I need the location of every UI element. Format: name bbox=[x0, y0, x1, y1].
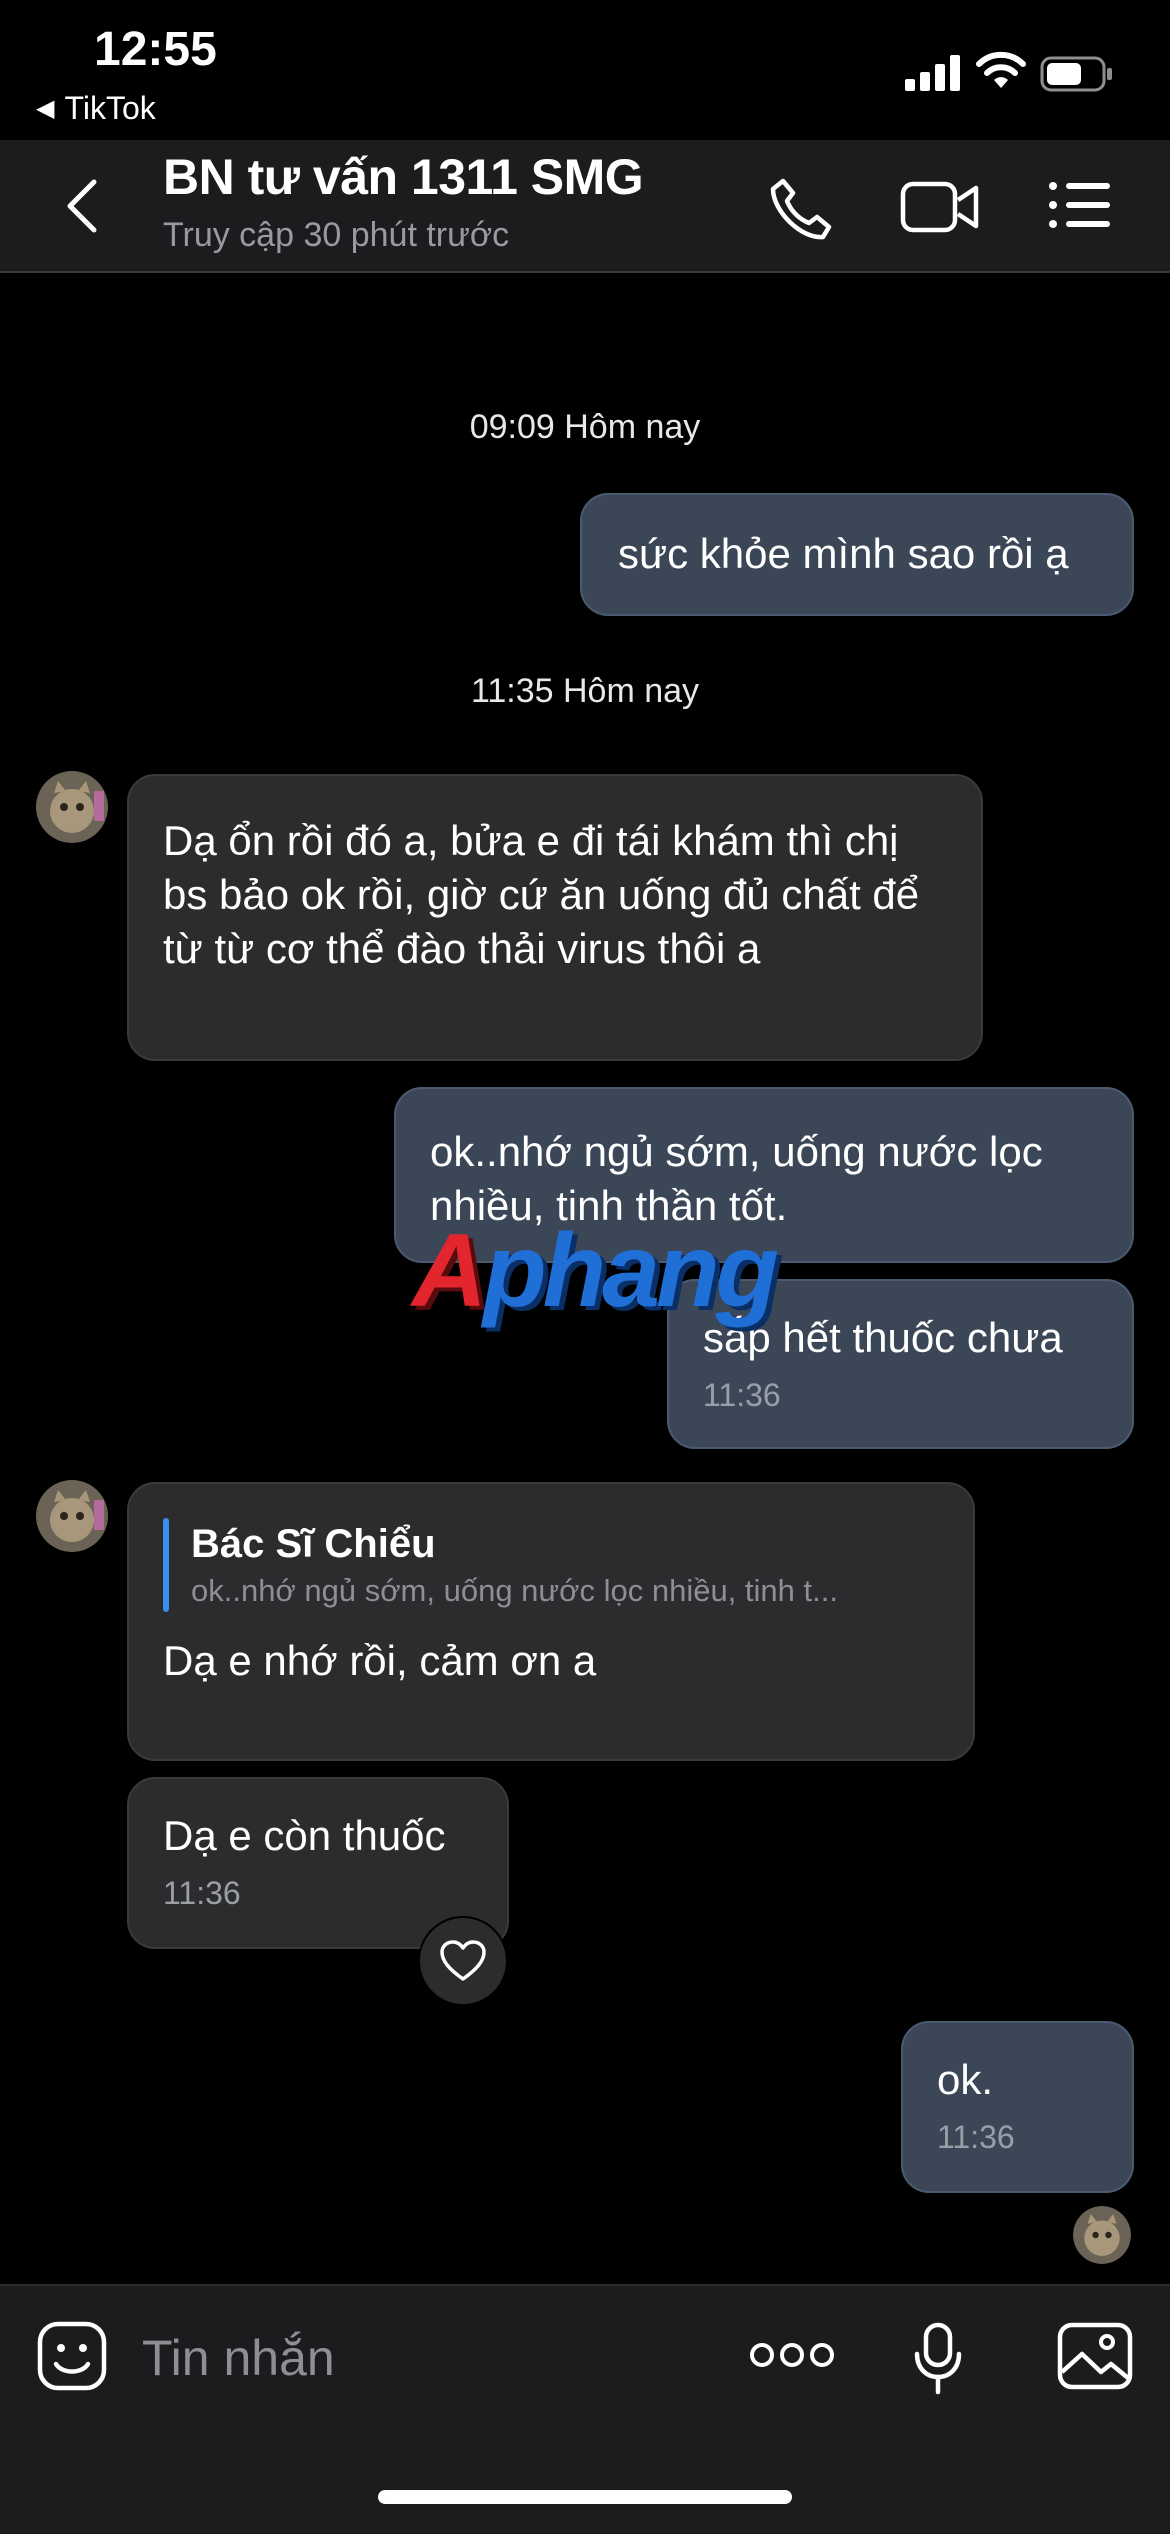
status-time: 12:55 bbox=[94, 23, 217, 76]
watermark-logo: Aphang bbox=[412, 1213, 779, 1329]
back-triangle-icon: ◀ bbox=[36, 95, 55, 122]
chat-title[interactable]: BN tư vấn 1311 SMG bbox=[163, 148, 644, 206]
quote-text: ok..nhớ ngủ sớm, uống nước lọc nhiều, ti… bbox=[191, 1573, 838, 1608]
message-text: ok. bbox=[937, 2056, 994, 2103]
message-text: Dạ ổn rồi đó a, bửa e đi tái khám thì ch… bbox=[163, 817, 920, 972]
contact-avatar[interactable] bbox=[36, 771, 108, 843]
quoted-message[interactable]: Bác Sĩ Chiểu ok..nhớ ngủ sớm, uống nước … bbox=[163, 1518, 939, 1612]
sent-message-bubble[interactable]: ok. 11:36 bbox=[901, 2021, 1134, 2193]
sent-message-bubble[interactable]: sức khỏe mình sao rồi ạ bbox=[580, 493, 1134, 616]
chat-timestamp: 11:35 Hôm nay bbox=[470, 672, 700, 710]
list-menu-icon[interactable] bbox=[1048, 180, 1112, 230]
cellular-signal-icon bbox=[905, 55, 960, 91]
heart-icon bbox=[440, 1940, 486, 1981]
microphone-icon[interactable] bbox=[913, 2322, 963, 2396]
message-time: 11:36 bbox=[937, 2119, 1015, 2155]
image-gallery-icon[interactable] bbox=[1057, 2322, 1133, 2390]
react-heart-button[interactable] bbox=[418, 1916, 508, 2006]
more-options-icon[interactable] bbox=[750, 2340, 834, 2370]
video-call-icon[interactable] bbox=[900, 178, 980, 238]
battery-icon bbox=[1040, 56, 1112, 92]
quote-bar bbox=[163, 1518, 169, 1612]
message-text: sức khỏe mình sao rồi ạ bbox=[618, 530, 1069, 577]
last-seen-status: Truy cập 30 phút trước bbox=[163, 216, 510, 254]
message-time: 11:36 bbox=[163, 1875, 241, 1911]
message-input[interactable] bbox=[140, 2328, 704, 2388]
sticker-emoji-icon[interactable] bbox=[36, 2320, 108, 2392]
wifi-icon bbox=[976, 51, 1026, 88]
contact-avatar[interactable] bbox=[36, 1480, 108, 1552]
phone-call-icon[interactable] bbox=[765, 175, 835, 245]
received-reply-bubble[interactable]: Bác Sĩ Chiểu ok..nhớ ngủ sớm, uống nước … bbox=[127, 1482, 975, 1761]
back-chevron-icon[interactable] bbox=[60, 176, 104, 236]
received-message-bubble[interactable]: Dạ ổn rồi đó a, bửa e đi tái khám thì ch… bbox=[127, 774, 983, 1061]
quote-author: Bác Sĩ Chiểu bbox=[191, 1522, 436, 1566]
read-receipt-avatar bbox=[1073, 2206, 1131, 2264]
home-indicator[interactable] bbox=[378, 2490, 792, 2504]
message-text: Dạ e nhớ rồi, cảm ơn a bbox=[163, 1637, 597, 1684]
back-to-app-link[interactable]: ◀ TikTok bbox=[36, 90, 156, 127]
message-time: 11:36 bbox=[703, 1377, 781, 1413]
back-app-label: TikTok bbox=[64, 90, 156, 126]
message-text: Dạ e còn thuốc bbox=[163, 1812, 446, 1859]
chat-timestamp: 09:09 Hôm nay bbox=[469, 408, 701, 446]
